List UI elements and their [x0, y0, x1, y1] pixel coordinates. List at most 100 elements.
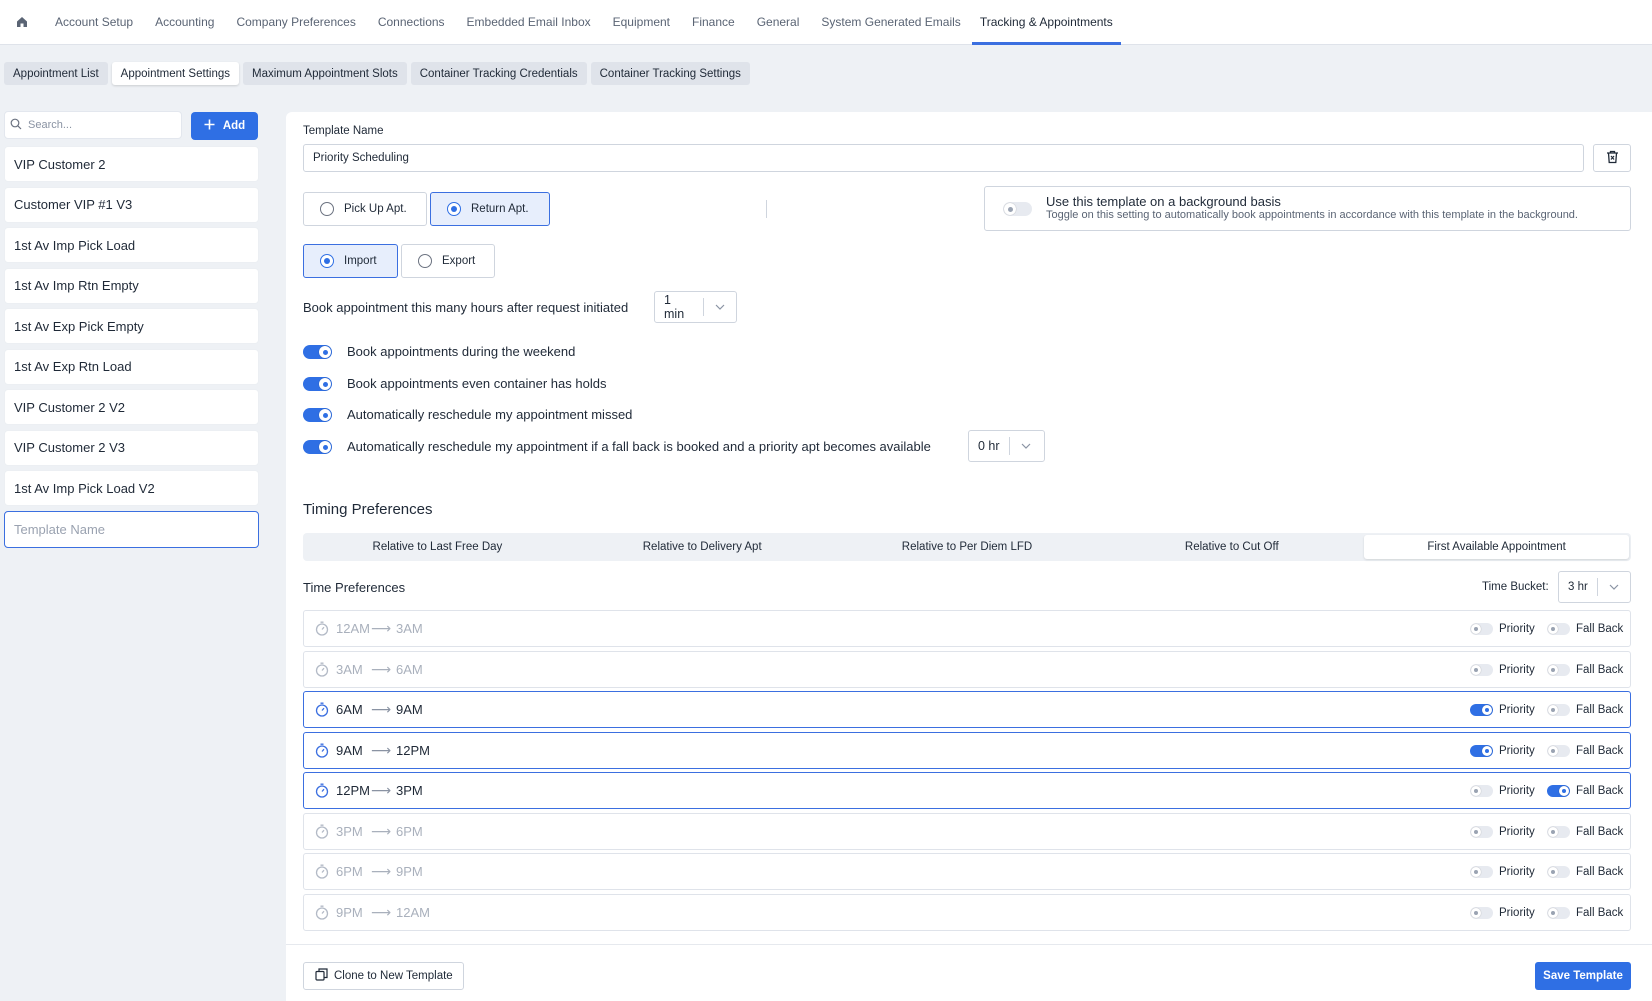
reschedule-fallback-toggle[interactable]: [303, 440, 332, 454]
priority-toggle[interactable]: [1470, 907, 1493, 919]
template-item[interactable]: 1st Av Imp Pick Load: [4, 227, 259, 263]
home-icon[interactable]: [0, 0, 44, 44]
add-template-button[interactable]: Add: [191, 112, 258, 140]
arrow-right-icon: ⟶: [371, 701, 392, 717]
priority-toggle[interactable]: [1470, 826, 1493, 838]
subtab-container-tracking-settings[interactable]: Container Tracking Settings: [590, 62, 750, 85]
delete-template-button[interactable]: [1593, 144, 1631, 172]
nav-tab-embedded-email-inbox[interactable]: Embedded Email Inbox: [456, 0, 602, 44]
stopwatch-icon: [315, 905, 329, 923]
fallback-toggle[interactable]: [1547, 907, 1570, 919]
template-item[interactable]: 1st Av Exp Rtn Load: [4, 348, 259, 385]
reschedule-missed-toggle[interactable]: [303, 408, 332, 422]
fallback-toggle[interactable]: [1547, 623, 1570, 635]
arrow-right-icon: ⟶: [371, 742, 392, 758]
fallback-toggle[interactable]: [1547, 704, 1570, 716]
footer-divider: [286, 944, 1652, 945]
template-item[interactable]: VIP Customer 2 V3: [4, 429, 259, 466]
time-slot-row[interactable]: 3AM ⟶ 6AM Priority Fall Back: [303, 651, 1631, 688]
weekend-toggle[interactable]: [303, 345, 332, 359]
subtab-appointment-settings[interactable]: Appointment Settings: [111, 62, 239, 85]
nav-tab-accounting[interactable]: Accounting: [144, 0, 225, 44]
slot-end: 6AM: [396, 662, 423, 677]
nav-tab-connections[interactable]: Connections: [367, 0, 456, 44]
nav-tab-general[interactable]: General: [746, 0, 811, 44]
fallback-toggle[interactable]: [1547, 664, 1570, 676]
export-option[interactable]: Export: [401, 244, 495, 278]
stopwatch-icon: [315, 783, 329, 801]
nav-tab-company-preferences[interactable]: Company Preferences: [225, 0, 366, 44]
book-after-value: 1 min: [655, 293, 705, 321]
template-name-input[interactable]: Priority Scheduling: [303, 144, 1584, 172]
clone-label: Clone to New Template: [334, 970, 453, 982]
template-item[interactable]: Customer VIP #1 V3: [4, 186, 259, 223]
time-bucket-select[interactable]: 3 hr: [1558, 571, 1631, 603]
add-label: Add: [222, 120, 246, 132]
save-template-button[interactable]: Save Template: [1535, 962, 1631, 990]
priority-toggle[interactable]: [1470, 785, 1493, 797]
time-slot-row[interactable]: 3PM ⟶ 6PM Priority Fall Back: [303, 813, 1631, 850]
background-basis-toggle[interactable]: [1003, 202, 1032, 216]
timing-option-per-diem-lfd[interactable]: Relative to Per Diem LFD: [835, 535, 1100, 559]
priority-toggle[interactable]: [1470, 623, 1493, 635]
new-template-input[interactable]: [14, 521, 244, 537]
stopwatch-icon: [315, 662, 329, 680]
template-item[interactable]: 1st Av Imp Rtn Empty: [4, 267, 259, 304]
template-search[interactable]: [4, 111, 182, 139]
nav-tab-account-setup[interactable]: Account Setup: [44, 0, 144, 44]
chevron-down-icon: [1010, 443, 1042, 449]
timing-option-cut-off[interactable]: Relative to Cut Off: [1099, 535, 1364, 559]
priority-toggle[interactable]: [1470, 664, 1493, 676]
arrow-right-icon: ⟶: [371, 782, 392, 798]
template-item[interactable]: 1st Av Exp Pick Empty: [4, 308, 259, 344]
time-slot-row[interactable]: 12AM ⟶ 3AM Priority Fall Back: [303, 610, 1631, 647]
template-item[interactable]: VIP Customer 2: [4, 146, 259, 182]
priority-toggle[interactable]: [1470, 866, 1493, 878]
arrow-right-icon: ⟶: [371, 661, 392, 677]
radio-unchecked-icon: [320, 202, 334, 216]
return-apt-option[interactable]: Return Apt.: [430, 192, 550, 226]
priority-toggle[interactable]: [1470, 745, 1493, 757]
subtab-container-tracking-credentials[interactable]: Container Tracking Credentials: [410, 62, 587, 85]
slot-start: 9PM: [336, 905, 363, 920]
timing-option-delivery-apt[interactable]: Relative to Delivery Apt: [570, 535, 835, 559]
priority-toggle[interactable]: [1470, 704, 1493, 716]
import-option[interactable]: Import: [303, 244, 398, 278]
fallback-toggle[interactable]: [1547, 745, 1570, 757]
slot-start: 9AM: [336, 743, 363, 758]
fallback-toggle[interactable]: [1547, 785, 1570, 797]
holds-toggle[interactable]: [303, 377, 332, 391]
nav-tab-tracking-appointments[interactable]: Tracking & Appointments: [971, 0, 1121, 45]
time-slot-row[interactable]: 9PM ⟶ 12AM Priority Fall Back: [303, 894, 1631, 931]
slot-end: 9PM: [396, 864, 423, 879]
template-item[interactable]: 1st Av Imp Pick Load V2: [4, 470, 259, 506]
timing-option-first-available[interactable]: First Available Appointment: [1364, 535, 1629, 559]
new-template-field[interactable]: [4, 510, 259, 548]
subtab-appointment-list[interactable]: Appointment List: [4, 62, 108, 85]
template-item[interactable]: VIP Customer 2 V2: [4, 389, 259, 425]
stopwatch-icon: [315, 743, 329, 761]
fallback-toggle[interactable]: [1547, 866, 1570, 878]
time-slot-row[interactable]: 6PM ⟶ 9PM Priority Fall Back: [303, 853, 1631, 890]
nav-tab-system-generated-emails[interactable]: System Generated Emails: [810, 0, 971, 44]
time-slot-row[interactable]: 9AM ⟶ 12PM Priority Fall Back: [303, 732, 1631, 769]
timing-mode-tabs: Relative to Last Free Day Relative to De…: [303, 533, 1631, 561]
book-after-select[interactable]: 1 min: [654, 291, 737, 323]
timing-option-last-free-day[interactable]: Relative to Last Free Day: [305, 535, 570, 559]
time-slot-row[interactable]: 12PM ⟶ 3PM Priority Fall Back: [303, 772, 1631, 809]
weekend-label: Book appointments during the weekend: [347, 344, 576, 359]
time-slot-row[interactable]: 6AM ⟶ 9AM Priority Fall Back: [303, 691, 1631, 728]
fallback-toggle[interactable]: [1547, 826, 1570, 838]
pickup-apt-option[interactable]: Pick Up Apt.: [303, 192, 427, 226]
subtab-maximum-appointment-slots[interactable]: Maximum Appointment Slots: [243, 62, 407, 85]
priority-label: Priority: [1499, 784, 1535, 797]
search-input[interactable]: [28, 119, 168, 131]
clone-template-button[interactable]: Clone to New Template: [303, 962, 464, 990]
arrow-right-icon: ⟶: [371, 620, 392, 636]
reschedule-hours-select[interactable]: 0 hr: [968, 430, 1045, 462]
stopwatch-icon: [315, 702, 329, 720]
slot-end: 12AM: [396, 905, 430, 920]
nav-tab-equipment[interactable]: Equipment: [602, 0, 681, 44]
nav-tab-finance[interactable]: Finance: [681, 0, 746, 44]
slot-end: 3AM: [396, 621, 423, 636]
